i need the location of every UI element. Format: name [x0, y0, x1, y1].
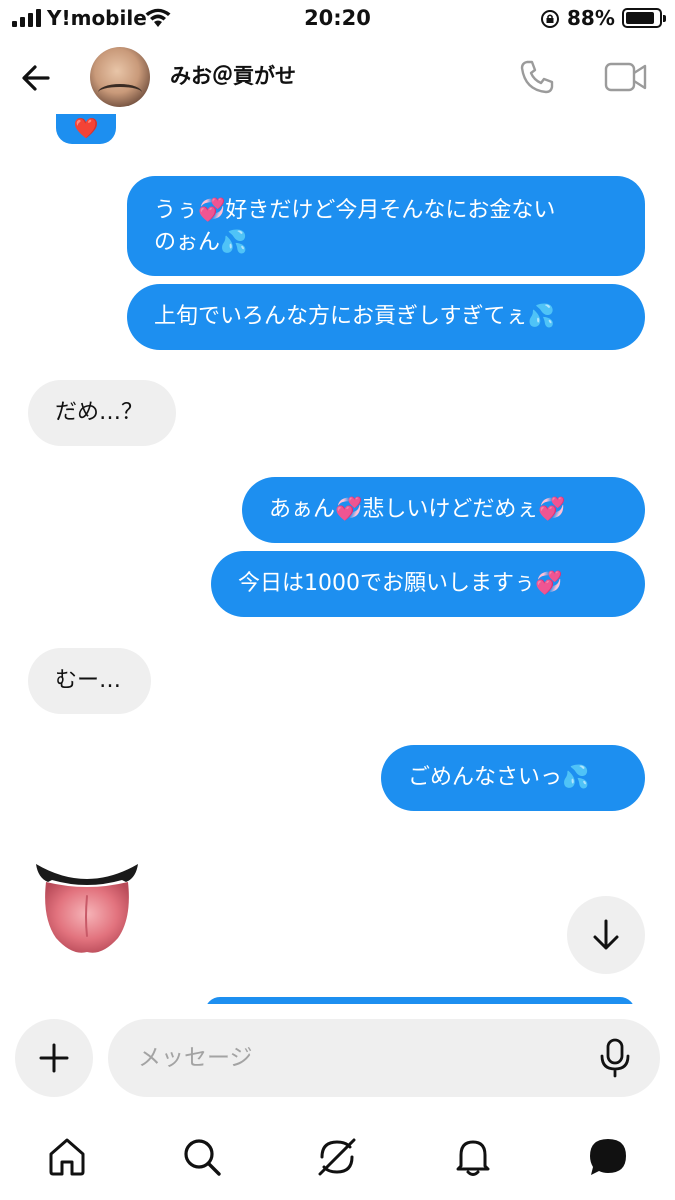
plus-icon — [39, 1043, 69, 1073]
arrow-down-icon — [593, 919, 619, 950]
rotation-lock-icon — [541, 10, 559, 28]
sent-message[interactable] — [205, 997, 635, 1004]
sent-message[interactable]: ごめんなさいっ💦 — [381, 745, 645, 811]
back-arrow-icon[interactable] — [16, 58, 56, 98]
phone-icon[interactable] — [517, 57, 557, 97]
battery-percentage: 88% — [567, 6, 615, 30]
message-text: ごめんなさいっ💦 — [408, 765, 590, 790]
notifications-bell-icon[interactable] — [452, 1136, 494, 1178]
message-thread[interactable]: ❤️ うぅ💞好きだけど今月そんなにお金ない のぉん💦 上旬でいろんな方にお貢ぎし… — [0, 114, 675, 1004]
contact-name[interactable]: みお＠貢がせ — [170, 60, 296, 90]
message-input-container — [108, 1019, 660, 1097]
home-icon[interactable] — [46, 1136, 88, 1178]
microphone-icon[interactable] — [595, 1037, 635, 1079]
search-icon[interactable] — [181, 1136, 223, 1178]
message-text: 今日は1000でお願いしますぅ💞 — [238, 571, 563, 596]
message-text: だめ…？ — [55, 400, 144, 425]
bottom-navigation — [0, 1114, 675, 1200]
message-input[interactable] — [138, 1019, 578, 1097]
avatar[interactable] — [90, 47, 150, 107]
explore-icon[interactable] — [316, 1136, 358, 1178]
video-camera-icon[interactable] — [604, 60, 648, 94]
tongue-emoji-sticker[interactable] — [32, 856, 142, 956]
heart-emoji: ❤️ — [73, 116, 99, 140]
sent-message[interactable]: あぁん💞悲しいけどだめぇ💞 — [242, 477, 645, 543]
message-text-line: うぅ💞好きだけど今月そんなにお金ない — [154, 198, 556, 223]
sent-message[interactable]: 今日は1000でお願いしますぅ💞 — [211, 551, 645, 617]
message-text: 上旬でいろんな方にお貢ぎしすぎてぇ💦 — [154, 304, 555, 329]
message-text: むー… — [55, 668, 122, 693]
heart-reaction-bubble[interactable]: ❤️ — [56, 114, 116, 144]
received-message[interactable]: だめ…？ — [28, 380, 176, 446]
battery-icon — [622, 8, 666, 28]
message-composer — [0, 1004, 675, 1114]
status-bar: Y!mobile 20:20 88% — [0, 0, 675, 38]
conversation-header: みお＠貢がせ — [0, 38, 675, 114]
add-attachment-button[interactable] — [15, 1019, 93, 1097]
received-message[interactable]: むー… — [28, 648, 151, 714]
sent-message[interactable]: 上旬でいろんな方にお貢ぎしすぎてぇ💦 — [127, 284, 645, 350]
scroll-to-bottom-button[interactable] — [567, 896, 645, 974]
message-text: あぁん💞悲しいけどだめぇ💞 — [269, 497, 566, 522]
messages-icon[interactable] — [587, 1136, 629, 1178]
message-text-line: のぉん💦 — [154, 230, 248, 255]
sent-message[interactable]: うぅ💞好きだけど今月そんなにお金ない のぉん💦 — [127, 176, 645, 276]
